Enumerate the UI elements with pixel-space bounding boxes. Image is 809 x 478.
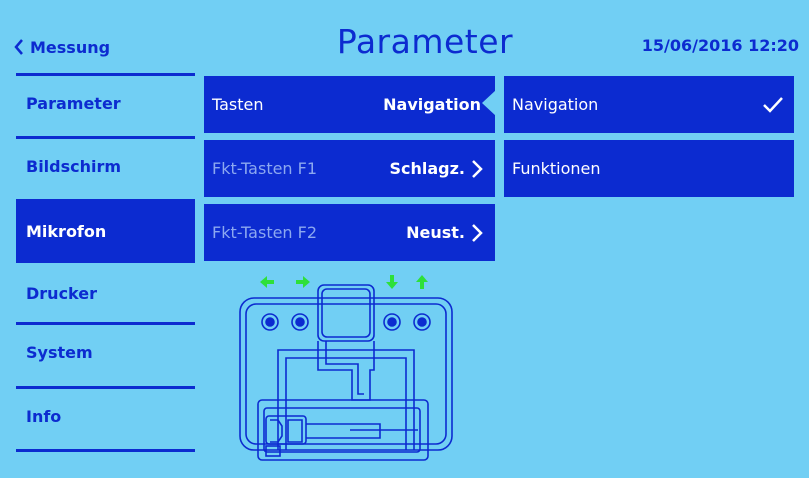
- setting-label: Tasten: [212, 95, 264, 114]
- microphone-buttons-diagram: [239, 275, 453, 461]
- option-label: Funktionen: [512, 159, 601, 178]
- sidebar-item-label: Mikrofon: [26, 221, 107, 241]
- setting-label: Fkt-Tasten F1: [212, 159, 318, 178]
- setting-value: Neust.: [406, 223, 465, 242]
- sidebar-divider: [16, 449, 195, 452]
- back-button[interactable]: Messung: [14, 34, 110, 60]
- chevron-right-icon: [472, 159, 483, 178]
- arrow-right-icon: [296, 276, 310, 288]
- sidebar-item-info[interactable]: Info: [16, 386, 195, 444]
- sidebar-item-parameter[interactable]: Parameter: [16, 73, 195, 131]
- sidebar-item-system[interactable]: System: [16, 322, 195, 380]
- sidebar-item-label: Drucker: [26, 283, 97, 303]
- page-title: Parameter: [336, 22, 514, 61]
- datetime: 15/06/2016 12:20: [641, 36, 799, 55]
- sidebar-item-label: System: [26, 343, 93, 362]
- chevron-left-icon: [14, 39, 23, 55]
- option-label: Navigation: [512, 95, 599, 114]
- setting-value: Navigation: [383, 95, 481, 114]
- arrow-down-icon: [386, 275, 398, 289]
- sidebar-item-label: Parameter: [26, 94, 121, 113]
- option-funktionen[interactable]: Funktionen: [504, 140, 794, 197]
- sidebar-item-bildschirm[interactable]: Bildschirm: [16, 136, 195, 194]
- sidebar-item-label: Bildschirm: [26, 157, 122, 176]
- option-navigation[interactable]: Navigation: [504, 76, 794, 133]
- checkmark-icon: [763, 96, 783, 113]
- sidebar-item-mikrofon[interactable]: Mikrofon: [16, 199, 195, 263]
- chevron-right-icon: [472, 223, 483, 242]
- setting-fkt-tasten-f1[interactable]: Fkt-Tasten F1 Schlagz.: [204, 140, 495, 197]
- setting-fkt-tasten-f2[interactable]: Fkt-Tasten F2 Neust.: [204, 204, 495, 261]
- setting-value: Schlagz.: [389, 159, 465, 178]
- selection-pointer-icon: [482, 90, 496, 116]
- setting-label: Fkt-Tasten F2: [212, 223, 318, 242]
- back-label: Messung: [30, 37, 111, 57]
- sidebar-item-label: Info: [26, 407, 62, 426]
- arrow-left-icon: [260, 276, 274, 288]
- setting-tasten[interactable]: Tasten Navigation: [204, 76, 495, 133]
- arrow-up-icon: [416, 275, 428, 289]
- sidebar-item-drucker[interactable]: Drucker: [16, 264, 195, 322]
